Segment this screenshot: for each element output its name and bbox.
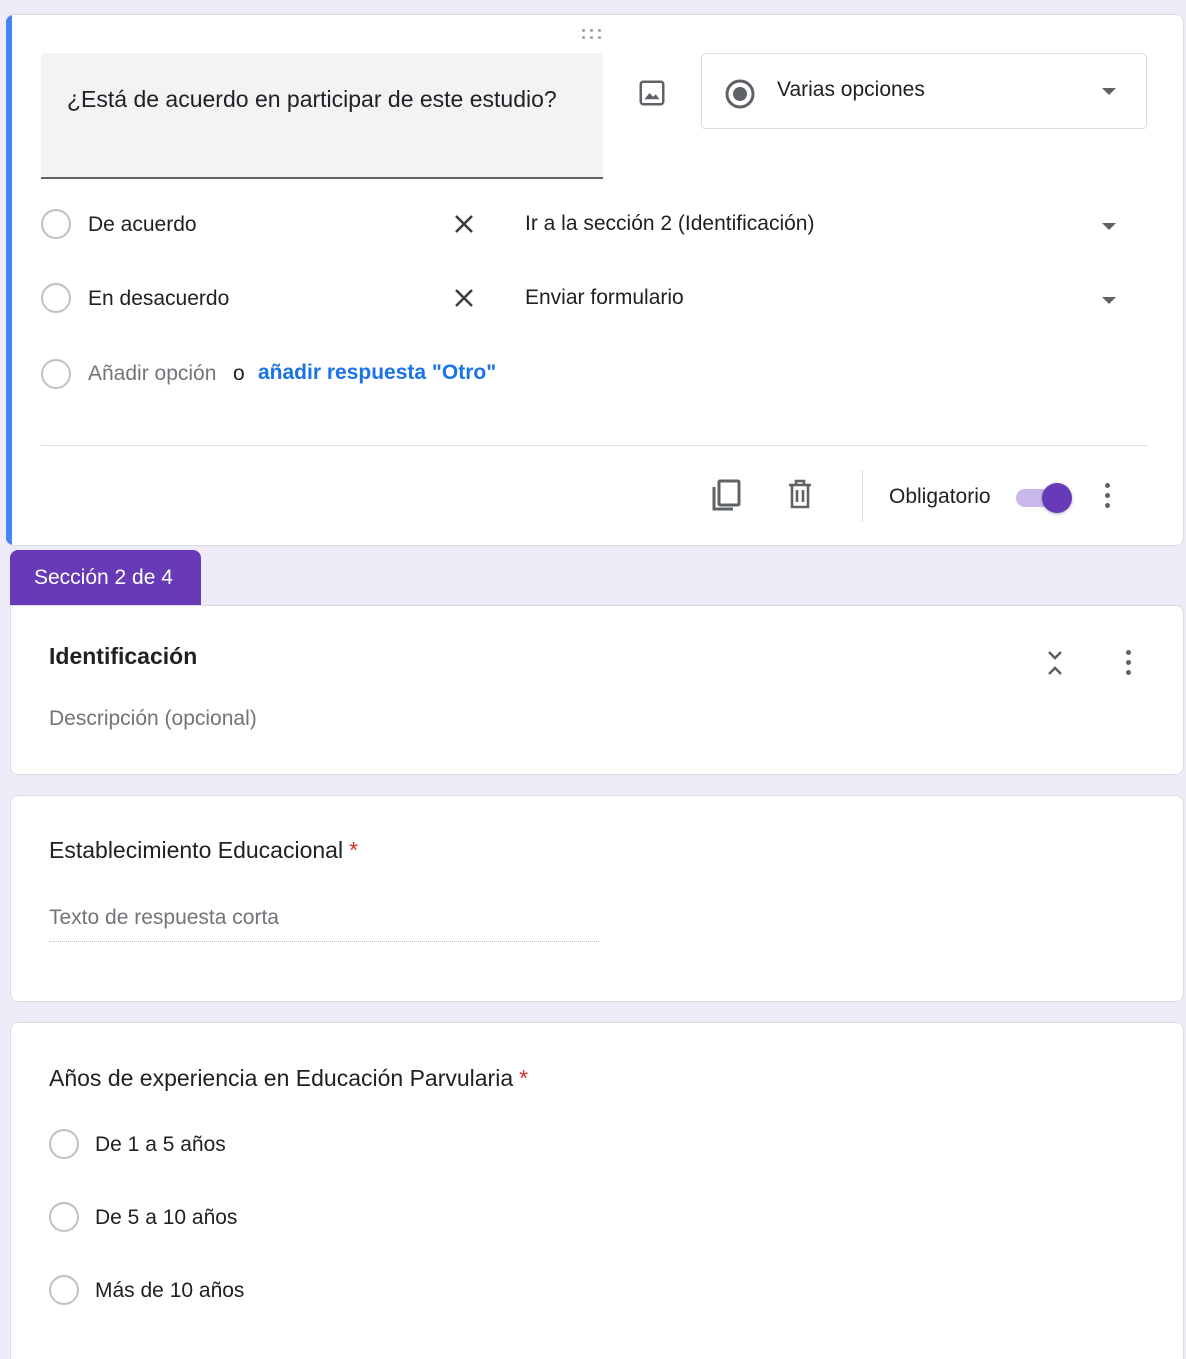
footer-divider (862, 470, 863, 522)
divider (41, 445, 1147, 446)
short-answer-field: Texto de respuesta corta (49, 906, 599, 942)
copy-icon[interactable] (708, 477, 744, 513)
option-row[interactable]: De acuerdo Ir a la sección 2 (Identifica… (41, 205, 1141, 245)
choice-label: De 1 a 5 años (95, 1133, 226, 1156)
more-vert-icon[interactable] (1102, 483, 1112, 509)
trash-icon[interactable] (784, 477, 816, 511)
option-label[interactable]: En desacuerdo (88, 287, 229, 311)
add-option-input[interactable]: Añadir opción (88, 362, 216, 386)
option-row[interactable]: En desacuerdo Enviar formulario (41, 279, 1141, 319)
question-title-text[interactable]: ¿Está de acuerdo en participar de este e… (67, 86, 557, 112)
question-card-experience[interactable]: Años de experiencia en Educación Parvula… (10, 1022, 1184, 1359)
radio-icon[interactable] (49, 1129, 79, 1159)
required-asterisk: * (349, 837, 359, 863)
choice-label: De 5 a 10 años (95, 1206, 238, 1229)
close-icon[interactable] (449, 209, 479, 239)
radio-icon[interactable] (49, 1275, 79, 1305)
question-title-text: Años de experiencia en Educación Parvula… (49, 1065, 514, 1091)
section-header-card[interactable]: Identificación Descripción (opcional) (10, 605, 1184, 775)
close-icon[interactable] (449, 283, 479, 313)
unfold-less-icon[interactable] (1041, 646, 1069, 680)
add-other-link[interactable]: añadir respuesta "Otro" (258, 361, 496, 385)
add-option-row: Añadir opción o añadir respuesta "Otro" (41, 355, 641, 395)
question-title-text: Establecimiento Educacional (49, 837, 344, 863)
active-card-indicator (6, 15, 12, 545)
question-title: Años de experiencia en Educación Parvula… (49, 1065, 528, 1092)
radio-icon[interactable] (49, 1202, 79, 1232)
more-vert-icon[interactable] (1123, 650, 1133, 676)
radio-icon (41, 359, 71, 389)
section-title[interactable]: Identificación (49, 643, 197, 670)
chevron-down-icon (1102, 88, 1116, 95)
section-tab: Sección 2 de 4 (10, 550, 201, 606)
required-asterisk: * (519, 1065, 529, 1091)
image-icon[interactable] (634, 75, 670, 111)
chevron-down-icon[interactable] (1102, 297, 1116, 304)
radio-button-checked-icon (724, 78, 756, 115)
choice-row[interactable]: Más de 10 años (49, 1271, 549, 1311)
required-label: Obligatorio (889, 485, 991, 508)
question-title-input[interactable]: ¿Está de acuerdo en participar de este e… (41, 53, 603, 179)
choice-row[interactable]: De 5 a 10 años (49, 1198, 549, 1238)
question-type-label: Varias opciones (777, 78, 925, 101)
radio-icon (41, 283, 71, 313)
chevron-down-icon[interactable] (1102, 223, 1116, 230)
section-description-input[interactable]: Descripción (opcional) (49, 707, 257, 731)
go-to-section-select[interactable]: Ir a la sección 2 (Identificación) (525, 212, 814, 236)
question-type-dropdown[interactable]: Varias opciones (701, 53, 1147, 129)
question-title: Establecimiento Educacional * (49, 837, 358, 864)
drag-handle-icon[interactable] (582, 29, 608, 41)
question-card-establishment[interactable]: Establecimiento Educacional * Texto de re… (10, 795, 1184, 1002)
question-card-participation[interactable]: ¿Está de acuerdo en participar de este e… (6, 14, 1184, 546)
go-to-section-select[interactable]: Enviar formulario (525, 286, 684, 310)
or-text: o (233, 362, 245, 385)
required-toggle[interactable] (1014, 483, 1072, 513)
option-label[interactable]: De acuerdo (88, 213, 197, 237)
choice-label: Más de 10 años (95, 1279, 245, 1302)
toggle-knob (1042, 483, 1072, 513)
choice-row[interactable]: De 1 a 5 años (49, 1125, 549, 1165)
radio-icon (41, 209, 71, 239)
